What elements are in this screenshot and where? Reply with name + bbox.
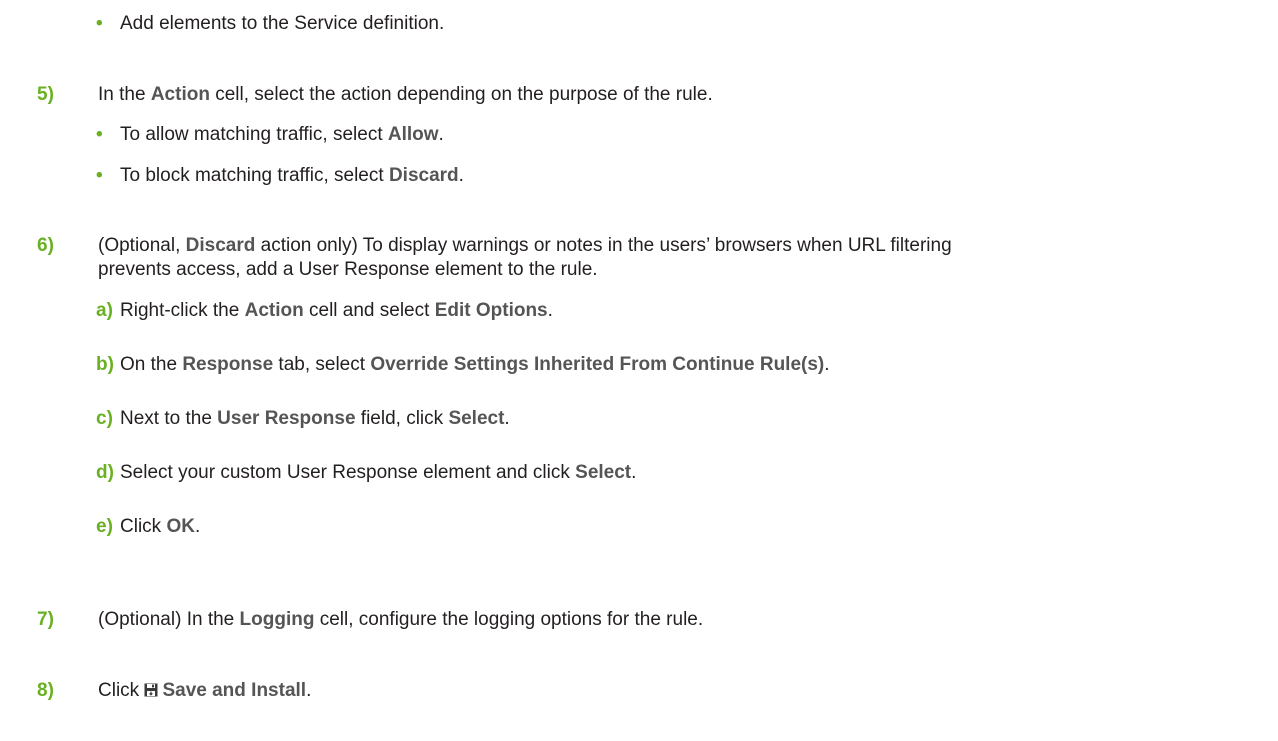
ui-term: Allow [387, 124, 439, 145]
substep-label: b) [96, 354, 114, 375]
ui-term: Action [244, 300, 304, 321]
ui-term: Action [150, 84, 210, 105]
bullet-marker: • [96, 124, 103, 145]
ui-term: Select [448, 408, 505, 429]
substep-text: Right-click the Action cell and select E… [120, 300, 553, 321]
bullet-marker: • [96, 13, 103, 34]
ui-term: User Response [217, 408, 356, 429]
step-text: (Optional) In the Logging cell, configur… [98, 609, 704, 630]
ui-term: Discard [185, 235, 256, 256]
ui-term: Select [575, 462, 632, 483]
step-number: 8) [37, 680, 54, 701]
step-text: (Optional, Discard action only) To displ… [98, 235, 952, 256]
bullet-text: To allow matching traffic, select Allow. [120, 124, 444, 145]
bullet-text: To block matching traffic, select Discar… [120, 165, 464, 186]
ui-term: OK [166, 516, 195, 537]
ui-term: Logging [239, 609, 315, 630]
substep-text: Select your custom User Response element… [120, 462, 637, 483]
substep-label: c) [96, 408, 113, 429]
substep-label: d) [96, 462, 114, 483]
substep-text: Click OK. [120, 516, 201, 537]
substep-label: e) [96, 516, 113, 537]
step-text: In the Action cell, select the action de… [98, 84, 713, 105]
step-number: 6) [37, 235, 54, 256]
ui-term: Save and Install [162, 680, 307, 701]
step-text: prevents access, add a User Response ele… [98, 259, 598, 280]
bullet-marker: • [96, 165, 103, 186]
step-number: 7) [37, 609, 54, 630]
ui-term: Override Settings Inherited From Continu… [370, 354, 825, 375]
save-and-install-icon [144, 680, 158, 697]
substep-text: On the Response tab, select Override Set… [120, 354, 830, 375]
substep-text: Next to the User Response field, click S… [120, 408, 510, 429]
bullet-text: Add elements to the Service definition. [120, 13, 445, 34]
step-text: Click Save and Install. [98, 680, 312, 701]
ui-term: Response [182, 354, 274, 375]
substep-label: a) [96, 300, 113, 321]
ui-term: Edit Options [434, 300, 548, 321]
step-number: 5) [37, 84, 54, 105]
ui-term: Discard [388, 165, 459, 186]
